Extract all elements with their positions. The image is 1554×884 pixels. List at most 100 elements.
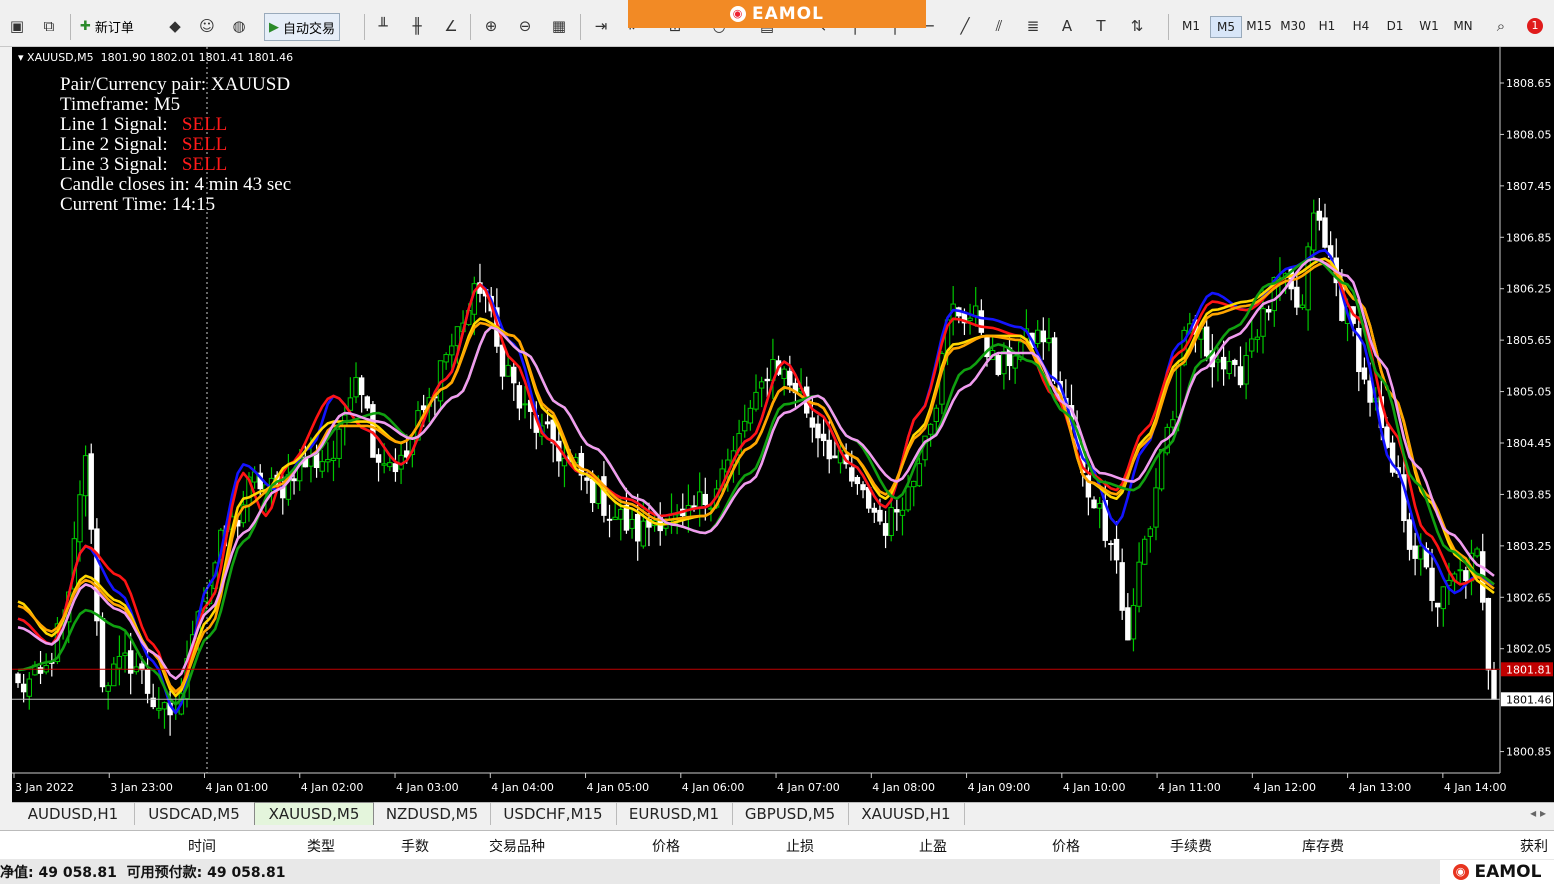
bull-candle [1249, 338, 1255, 352]
users-icon[interactable]: ☺ [196, 15, 218, 37]
bull-candle [1158, 449, 1165, 490]
chart-menu-icon[interactable]: ▾ [18, 51, 27, 64]
toolbar-separator [1168, 14, 1169, 40]
bear-candle [499, 344, 506, 377]
bull-candle [1034, 329, 1041, 344]
col-price-current[interactable]: 价格 [1052, 836, 1080, 856]
bear-candle [832, 455, 838, 459]
zoom-in-icon[interactable]: ⊕ [480, 15, 502, 37]
bear-candle [871, 507, 878, 513]
timeframe-h4[interactable]: H4 [1346, 16, 1376, 36]
bull-candle [319, 461, 325, 472]
chart-ohlc-text: XAUUSD,M5 1801.90 1802.01 1801.41 1801.4… [27, 51, 294, 64]
tab-usdcad-m5[interactable]: USDCAD,M5 [134, 803, 255, 825]
bull-candle [1243, 355, 1249, 385]
bear-candle [826, 439, 832, 460]
zoom-out-icon[interactable]: ⊖ [514, 15, 536, 37]
autotrade-button[interactable]: ▶ 自动交易 [264, 13, 341, 41]
new-order-icon: ✚ [80, 18, 91, 34]
bear-candle [1361, 367, 1368, 380]
notification-icon[interactable]: 1 [1524, 15, 1546, 37]
bull-candle [1130, 604, 1137, 640]
col-symbol[interactable]: 交易品种 [489, 836, 545, 856]
timeframe-h1[interactable]: H1 [1312, 16, 1342, 36]
bear-candle [37, 667, 44, 674]
col-commission[interactable]: 手续费 [1170, 836, 1212, 856]
col-lots[interactable]: 手数 [401, 836, 429, 856]
y-tick-label: 1803.25 [1506, 540, 1552, 553]
price-axis-background [1500, 47, 1554, 802]
search-icon[interactable]: ⌕ [1490, 15, 1512, 37]
gold-icon[interactable]: ◆ [164, 15, 186, 37]
scroll-right-icon[interactable]: ▸ [1540, 806, 1546, 820]
col-swap[interactable]: 库存费 [1302, 836, 1344, 856]
tab-audusd-h1[interactable]: AUDUSD,H1 [12, 803, 135, 825]
x-tick-label: 4 Jan 08:00 [872, 781, 935, 794]
autoscroll-icon[interactable]: ⇥ [590, 15, 612, 37]
timeframe-d1[interactable]: D1 [1380, 16, 1410, 36]
col-type[interactable]: 类型 [307, 836, 335, 856]
line-chart-icon[interactable]: ∠ [440, 15, 462, 37]
bull-candle [111, 663, 117, 687]
bear-candle [702, 493, 708, 505]
x-tick-label: 3 Jan 2022 [15, 781, 74, 794]
left-edge [0, 47, 12, 802]
tab-xauusd-h1[interactable]: XAUUSD,H1 [848, 803, 965, 825]
bull-candle [1147, 528, 1154, 537]
col-stop-loss[interactable]: 止损 [786, 836, 814, 856]
col-take-profit[interactable]: 止盈 [919, 836, 947, 856]
bear-candle [1040, 330, 1047, 343]
info-line2-row: Line 2 Signal: SELL [60, 135, 291, 155]
chart-window[interactable]: 1808.65 1808.05 1807.45 1806.85 1806.25 1805.… [12, 47, 1554, 802]
bear-candle [1463, 570, 1469, 581]
timeframe-w1[interactable]: W1 [1414, 16, 1444, 36]
text-icon[interactable]: A [1056, 15, 1078, 37]
bull-candle [696, 491, 703, 508]
toolbar-separator [580, 14, 581, 40]
toolbar-separator [70, 14, 71, 40]
col-price[interactable]: 价格 [652, 836, 680, 856]
bear-candle [364, 396, 370, 409]
globe-icon[interactable]: ◍ [228, 15, 250, 37]
col-profit[interactable]: 获利 [1520, 836, 1548, 856]
bar-chart-icon[interactable]: ╨ [372, 15, 394, 37]
info-line3-label: Line 3 Signal: [60, 154, 168, 175]
bull-candle [122, 652, 128, 657]
timeframe-m5[interactable]: M5 [1210, 16, 1242, 38]
timeframe-m15[interactable]: M15 [1244, 16, 1274, 36]
bull-candle [888, 506, 894, 536]
bull-candle [1136, 561, 1142, 607]
info-line1-label: Line 1 Signal: [60, 114, 168, 135]
tab-nzdusd-m5[interactable]: NZDUSD,M5 [374, 803, 491, 825]
tab-gbpusd-m5[interactable]: GBPUSD,M5 [732, 803, 849, 825]
window-icon[interactable]: ▣ [6, 15, 28, 37]
new-order-button[interactable]: ✚ 新订单 [80, 13, 134, 39]
timeframe-m1[interactable]: M1 [1176, 16, 1206, 36]
tab-scroll-arrows[interactable]: ◂ ▸ [1530, 806, 1546, 820]
bull-candle [325, 458, 331, 463]
timeframe-m30[interactable]: M30 [1278, 16, 1308, 36]
bear-candle [1434, 602, 1441, 608]
bull-candle [116, 655, 123, 669]
tab-eurusd-m1[interactable]: EURUSD,M1 [616, 803, 733, 825]
candle-chart-icon[interactable]: ╫ [406, 15, 428, 37]
bull-candle [77, 494, 83, 543]
arrows-icon[interactable]: ⇅ [1126, 15, 1148, 37]
col-time[interactable]: 时间 [188, 836, 216, 856]
bear-candle [1485, 597, 1492, 671]
tab-usdchf-m15[interactable]: USDCHF,M15 [490, 803, 617, 825]
x-tick-label: 4 Jan 10:00 [1063, 781, 1126, 794]
bull-candle [1418, 545, 1424, 560]
timeframe-mn[interactable]: MN [1448, 16, 1478, 36]
tab-xauusd-m5[interactable]: XAUUSD,M5 [254, 802, 374, 825]
tile-windows-icon[interactable]: ▦ [548, 15, 570, 37]
y-tick-label: 1805.65 [1506, 334, 1552, 347]
trendline-icon[interactable]: ╱ [954, 15, 976, 37]
text-label-icon[interactable]: T [1090, 15, 1112, 37]
zoom-window-icon[interactable]: ⧉ [38, 15, 60, 37]
scroll-left-icon[interactable]: ◂ [1530, 806, 1536, 820]
channel-icon[interactable]: ⫽ [988, 15, 1010, 37]
bear-candle [584, 477, 590, 481]
fibonacci-icon[interactable]: ≣ [1022, 15, 1044, 37]
x-tick-label: 4 Jan 13:00 [1349, 781, 1412, 794]
